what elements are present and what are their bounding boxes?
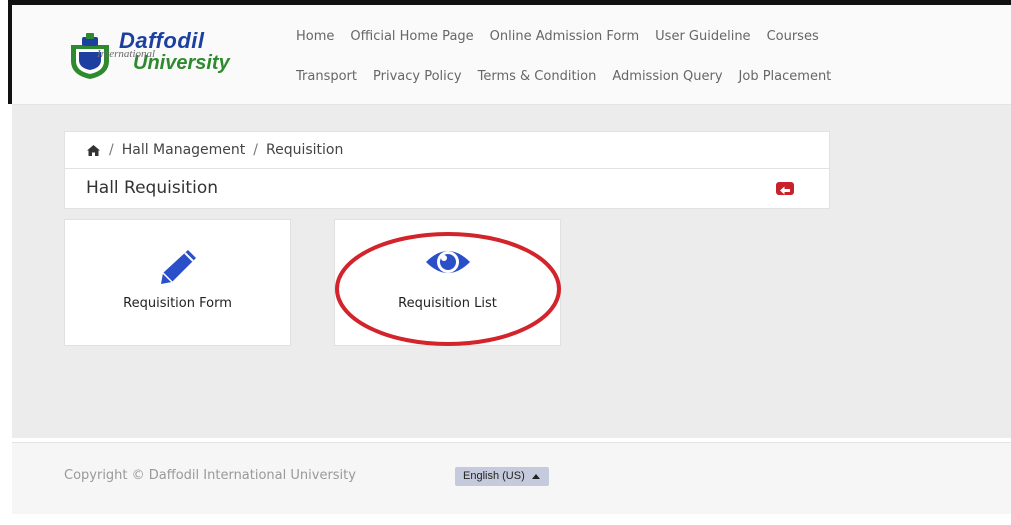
language-selector-value: English (US)	[463, 470, 525, 482]
main-content: / Hall Management / Requisition Hall Req…	[12, 105, 1011, 438]
nav-terms-condition[interactable]: Terms & Condition	[478, 69, 597, 84]
top-nav-row-2: Transport Privacy Policy Terms & Condition…	[296, 69, 847, 84]
back-button[interactable]	[776, 182, 794, 195]
bottom-strip	[0, 514, 1011, 525]
top-nav-row-1: Home Official Home Page Online Admission F…	[296, 29, 835, 44]
breadcrumb-requisition: Requisition	[266, 142, 344, 158]
requisition-list-label: Requisition List	[398, 296, 497, 311]
eye-icon	[425, 251, 470, 273]
nav-job-placement[interactable]: Job Placement	[739, 69, 832, 84]
breadcrumb-separator: /	[109, 142, 114, 158]
caret-up-icon	[531, 474, 540, 479]
page-title: Hall Requisition	[86, 178, 218, 198]
breadcrumb: / Hall Management / Requisition	[64, 131, 830, 169]
nav-transport[interactable]: Transport	[296, 69, 357, 84]
requisition-form-label: Requisition Form	[123, 296, 232, 311]
nav-courses[interactable]: Courses	[767, 29, 819, 44]
nav-user-guideline[interactable]: User Guideline	[655, 29, 750, 44]
nav-home[interactable]: Home	[296, 29, 334, 44]
nav-official-home-page[interactable]: Official Home Page	[350, 29, 473, 44]
site-header: Daffodil University International Home Of…	[12, 5, 1011, 105]
site-footer: Copyright © Daffodil International Unive…	[12, 442, 1011, 515]
arrow-left-icon	[780, 186, 790, 195]
breadcrumb-hall-management[interactable]: Hall Management	[122, 142, 246, 158]
nav-online-admission-form[interactable]: Online Admission Form	[490, 29, 640, 44]
page-title-bar: Hall Requisition	[64, 169, 830, 209]
home-icon[interactable]	[86, 144, 101, 157]
logo-text-international: International	[97, 48, 156, 60]
copyright-text: Copyright © Daffodil International Unive…	[64, 468, 356, 483]
pencil-icon	[160, 250, 196, 284]
nav-privacy-policy[interactable]: Privacy Policy	[373, 69, 462, 84]
language-selector[interactable]: English (US)	[455, 467, 549, 486]
university-logo[interactable]: Daffodil University International	[67, 27, 277, 87]
requisition-list-card[interactable]: Requisition List	[334, 219, 561, 346]
breadcrumb-separator: /	[253, 142, 258, 158]
requisition-form-card[interactable]: Requisition Form	[64, 219, 291, 346]
nav-admission-query[interactable]: Admission Query	[612, 69, 722, 84]
